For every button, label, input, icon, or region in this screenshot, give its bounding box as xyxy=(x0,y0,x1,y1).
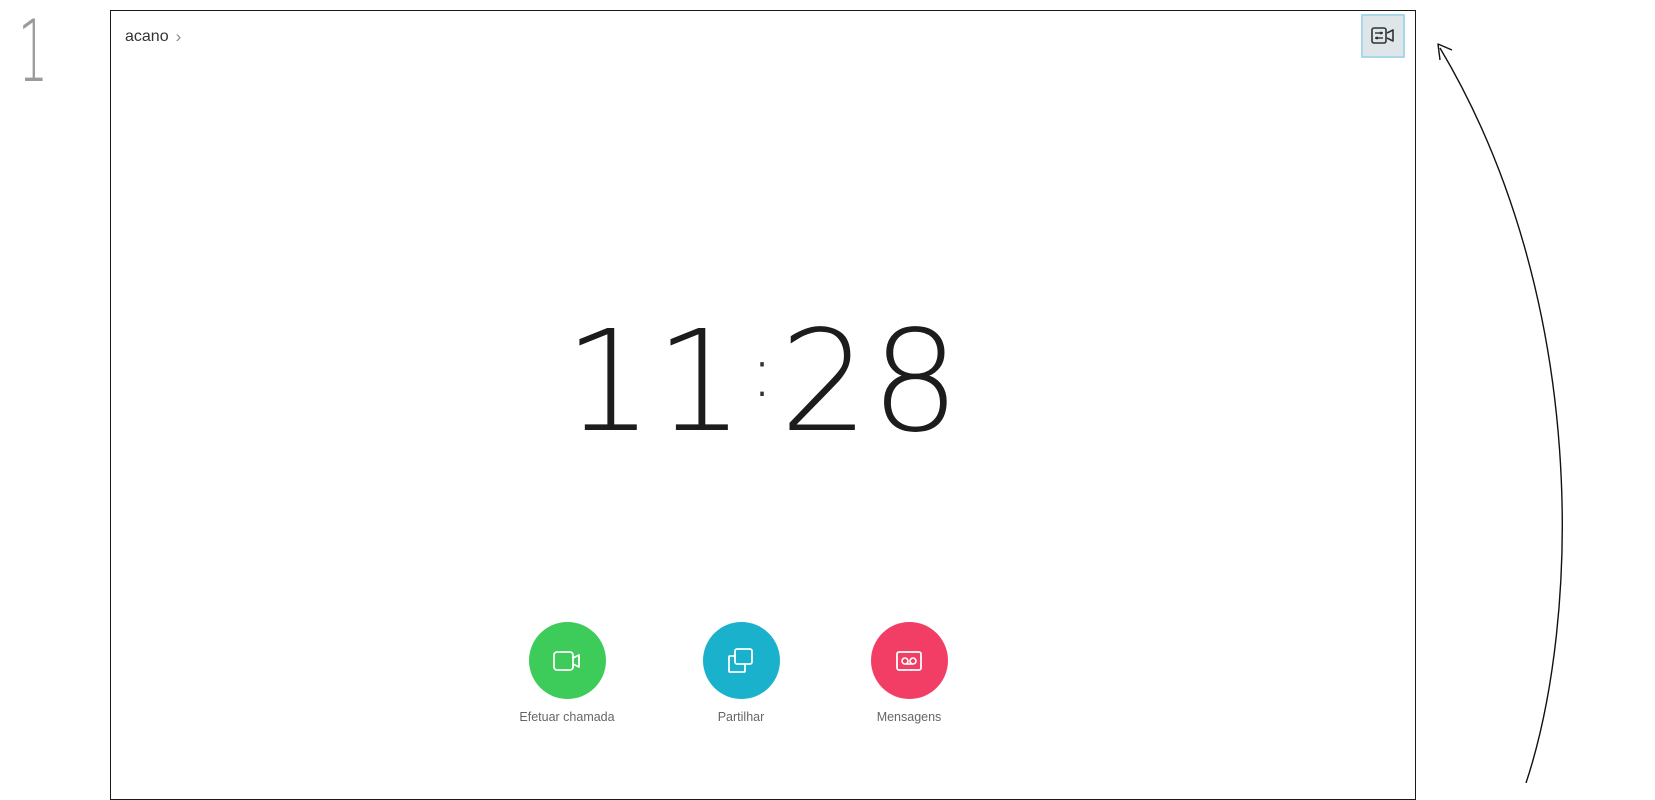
callout-arrow xyxy=(1437,43,1563,783)
